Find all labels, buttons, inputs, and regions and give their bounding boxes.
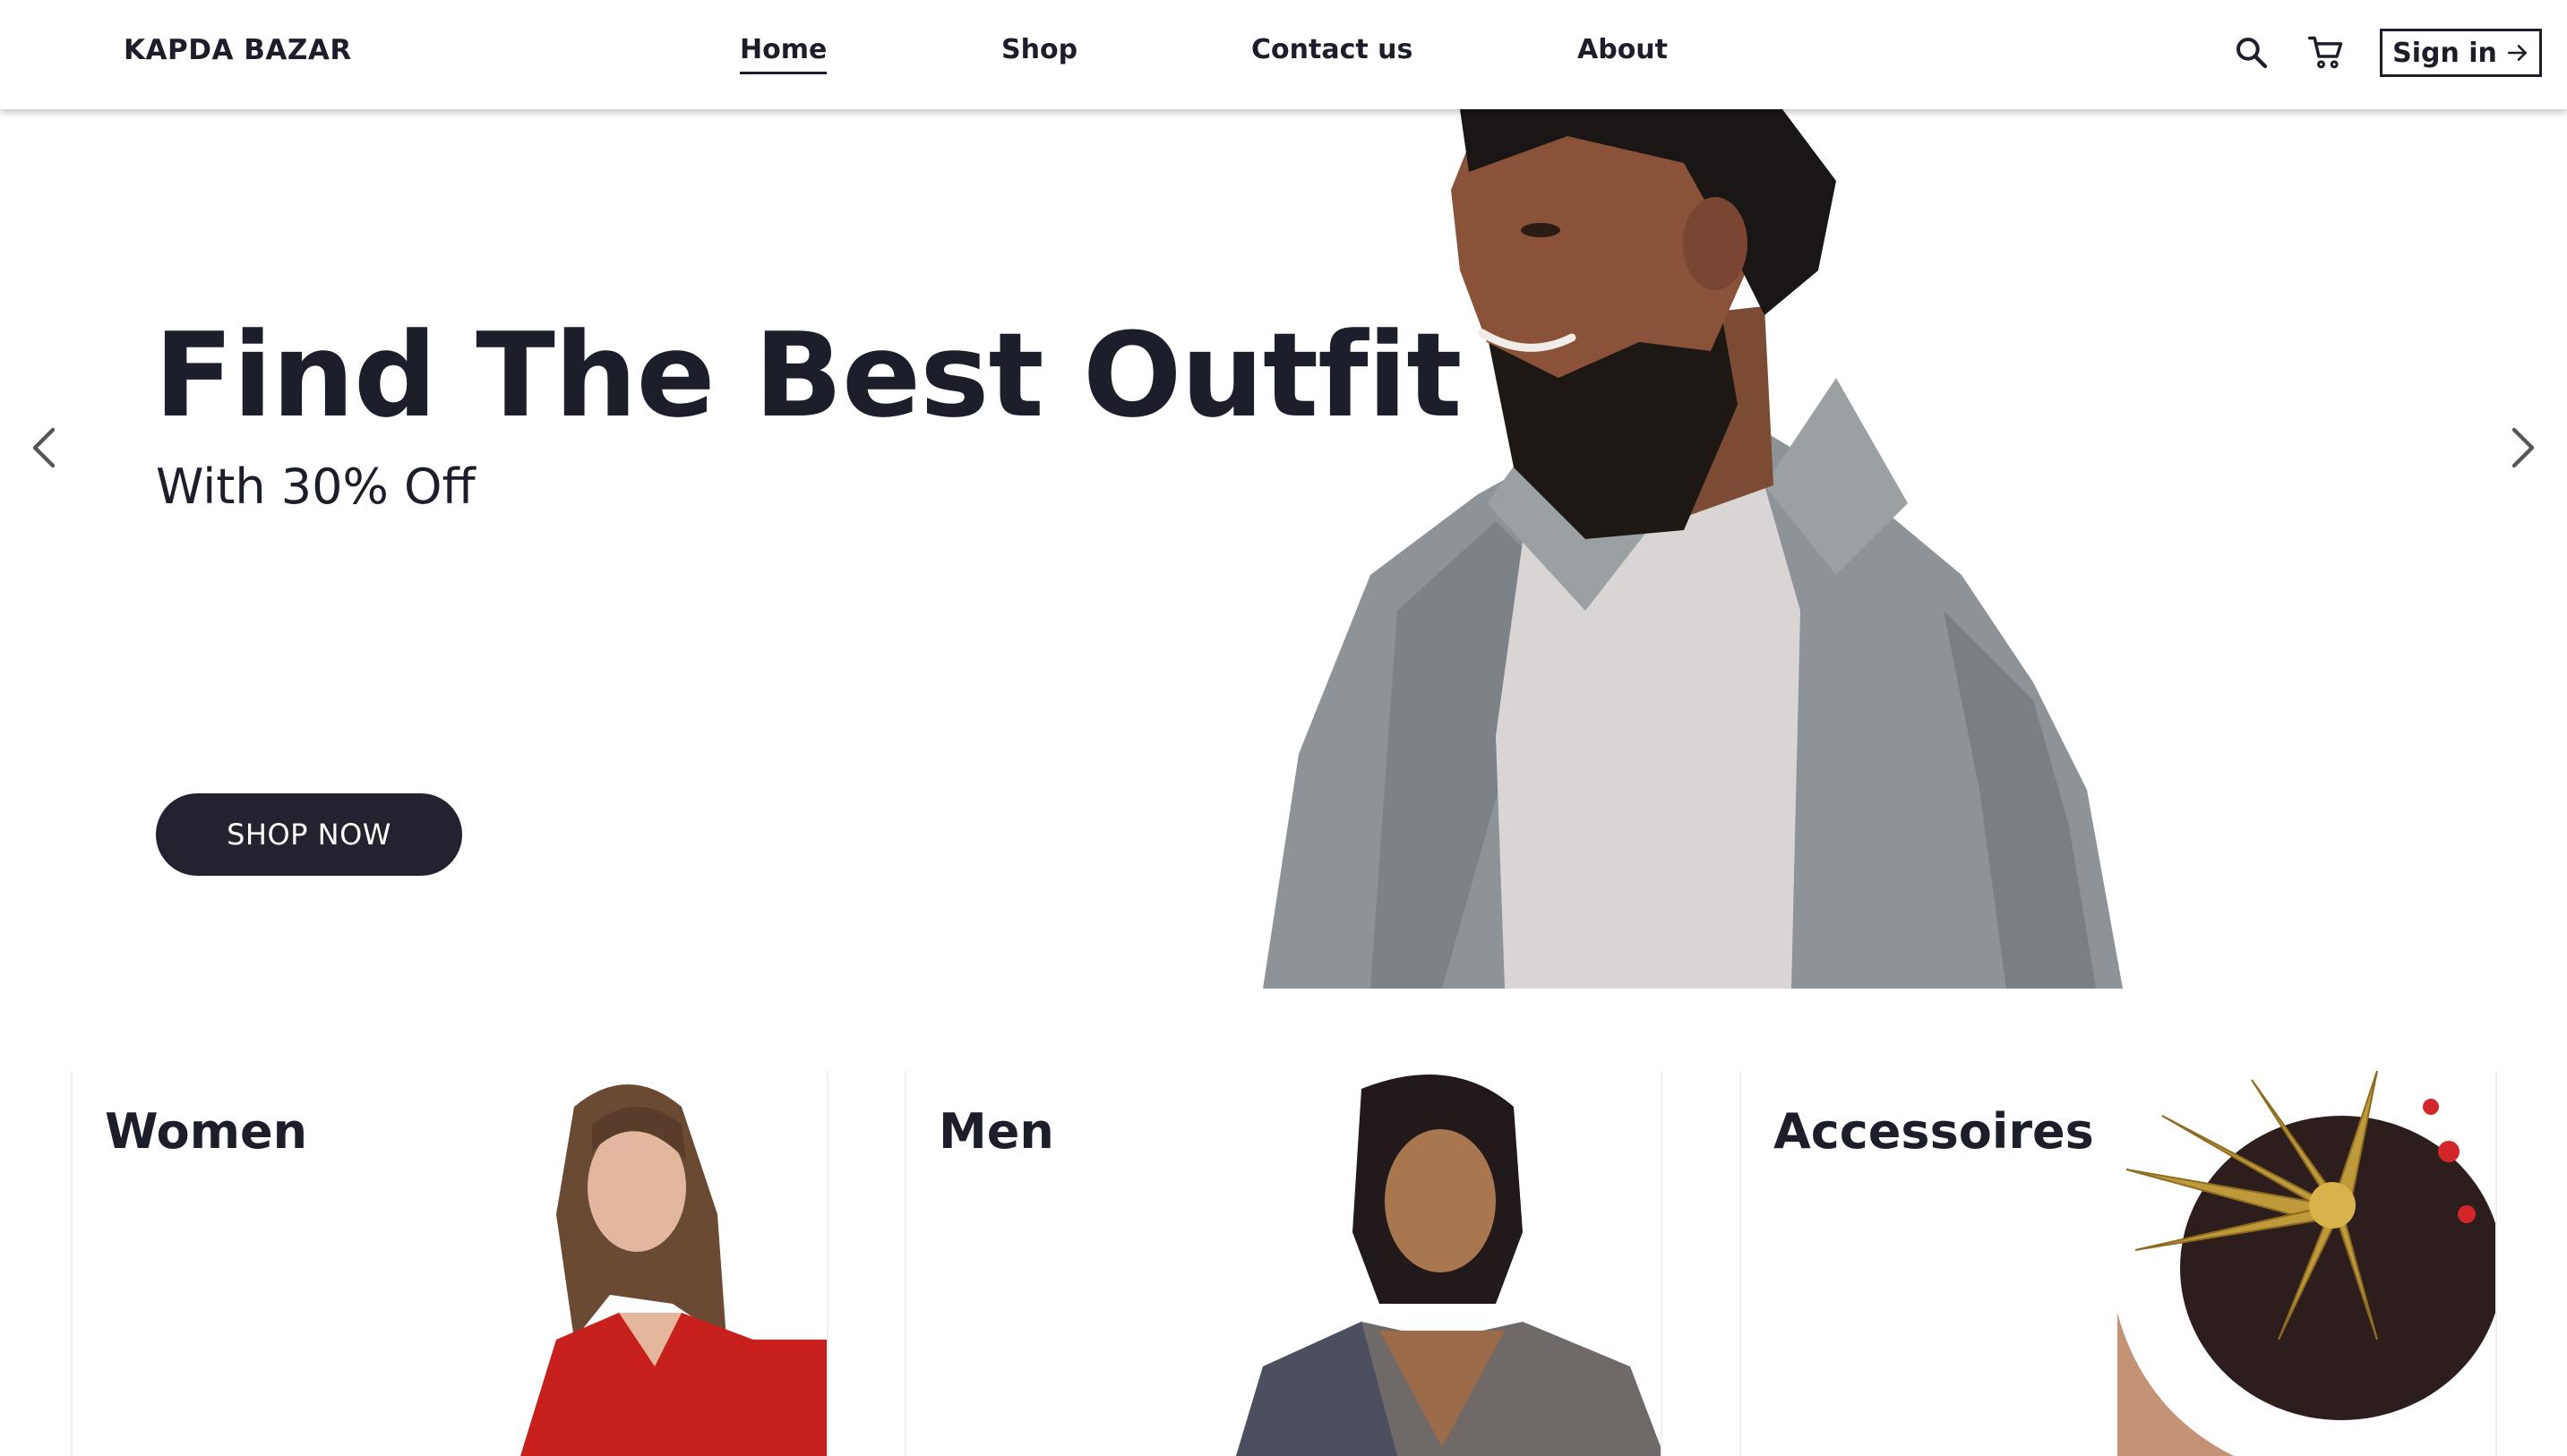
category-card-men[interactable]: Men — [905, 1071, 1662, 1456]
sign-in-button[interactable]: Sign in — [2380, 29, 2542, 77]
brand-logo[interactable]: KAPDA BAZAR — [124, 34, 352, 66]
carousel-prev-button[interactable] — [21, 421, 66, 475]
nav-link-about[interactable]: About — [1577, 34, 1668, 65]
chevron-right-icon — [2511, 427, 2535, 468]
category-title-women: Women — [105, 1103, 308, 1160]
accessoires-category-image — [2117, 1071, 2495, 1456]
chevron-left-icon — [32, 427, 56, 468]
hero-subtitle: With 30% Off — [156, 458, 476, 515]
category-title-accessoires: Accessoires — [1773, 1103, 2094, 1160]
sign-in-label: Sign in — [2392, 37, 2497, 69]
cart-icon — [2307, 36, 2343, 69]
carousel-next-button[interactable] — [2501, 421, 2546, 475]
nav-link-contact[interactable]: Contact us — [1251, 34, 1412, 65]
search-icon — [2236, 38, 2268, 69]
women-category-image — [520, 1084, 827, 1456]
shop-now-button[interactable]: SHOP NOW — [156, 793, 462, 876]
arrow-right-icon — [2507, 45, 2527, 61]
cart-button[interactable] — [2304, 30, 2348, 75]
search-button[interactable] — [2229, 30, 2274, 75]
men-category-image — [1236, 1075, 1661, 1456]
category-title-men: Men — [939, 1103, 1054, 1160]
nav-link-shop[interactable]: Shop — [1001, 34, 1077, 65]
hero-model-image — [1263, 109, 2123, 989]
category-card-women[interactable]: Women — [71, 1071, 828, 1456]
navbar: KAPDA BAZAR Home Shop Contact us About S… — [0, 0, 2567, 109]
category-card-accessoires[interactable]: Accessoires — [1739, 1071, 2497, 1456]
hero-title: Find The Best Outfit — [154, 307, 1462, 443]
nav-link-home[interactable]: Home — [740, 34, 828, 74]
hero-banner: Find The Best Outfit With 30% Off SHOP N… — [0, 109, 2567, 989]
